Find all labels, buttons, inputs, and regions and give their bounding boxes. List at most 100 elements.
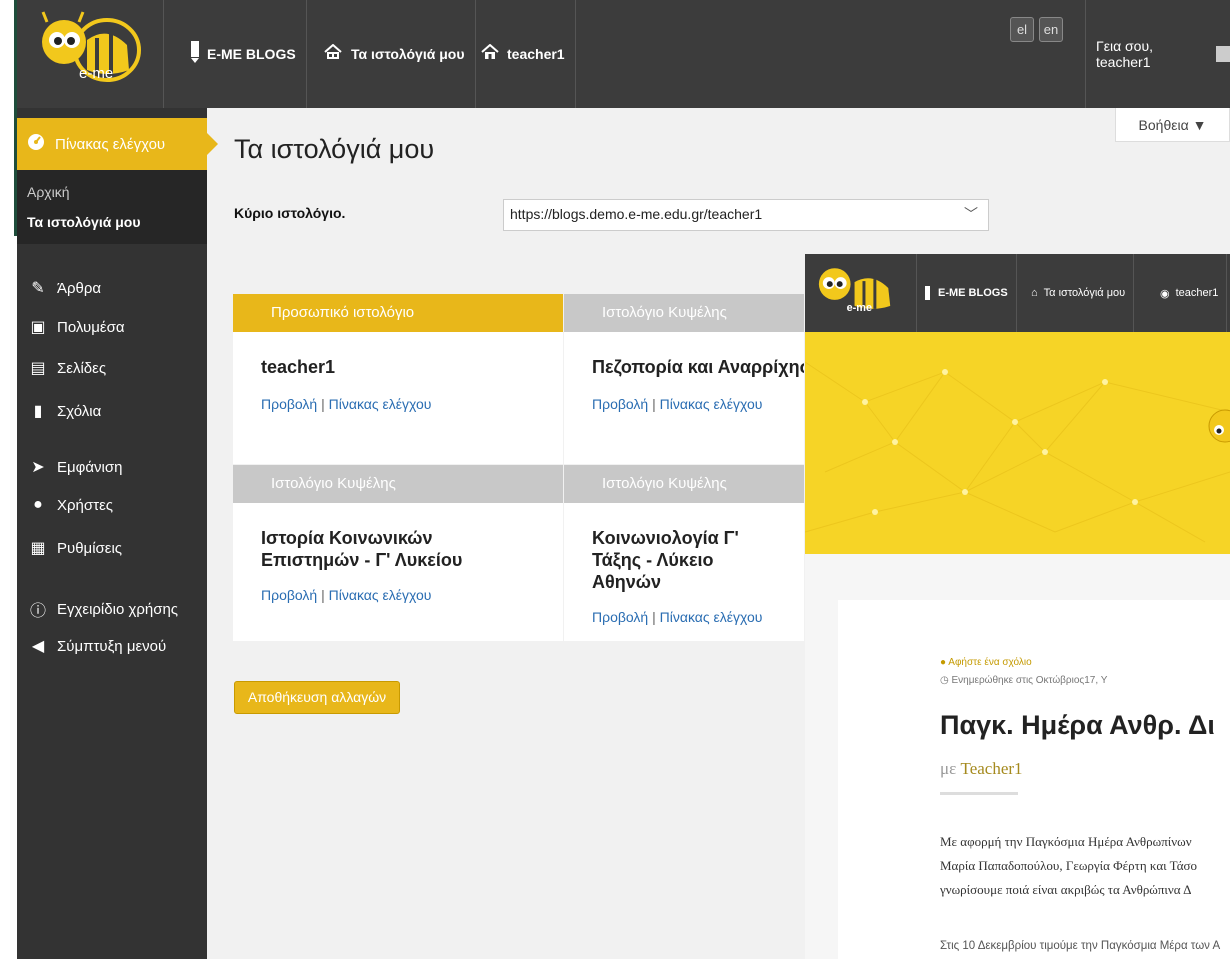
nav-label: Τα ιστολόγιά μου: [351, 46, 465, 62]
preview-nav-eme-blogs[interactable]: E-ME BLOGS: [917, 254, 1017, 332]
card-type: Ιστολόγιο Κυψέλης: [564, 294, 804, 332]
view-link[interactable]: Προβολή: [592, 396, 648, 412]
dashboard-link[interactable]: Πίνακας ελέγχου: [660, 609, 763, 625]
card-type: Προσωπικό ιστολόγιο: [233, 294, 563, 332]
dashboard-link[interactable]: Πίνακας ελέγχου: [329, 396, 432, 412]
sidebar-item-articles[interactable]: ✎ Άρθρα: [27, 278, 101, 298]
view-link[interactable]: Προβολή: [261, 587, 317, 603]
post-paragraph-line: Στις 10 Δεκεμβρίου τιμούμε την Παγκόσμια…: [940, 940, 1221, 952]
save-changes-button[interactable]: Αποθήκευση αλλαγών: [234, 681, 400, 714]
sidebar-item-label: Σελίδες: [57, 359, 107, 377]
blogs-icon: [323, 43, 343, 65]
sidebar-item-label: Εμφάνιση: [57, 458, 123, 476]
bee-logo-icon: e-me: [818, 268, 891, 314]
blog-card: Ιστολόγιο Κυψέλης Ιστορία Κοινωνικών Επι…: [233, 465, 563, 641]
sidebar-item-label: Άρθρα: [57, 279, 102, 297]
card-type: Ιστολόγιο Κυψέλης: [564, 465, 804, 503]
card-links: Προβολή | Πίνακας ελέγχου: [233, 396, 563, 412]
logo[interactable]: e-me: [17, 0, 164, 108]
blog-preview-overlay: e-me E-ME BLOGS ⌂ Τα ιστολόγιά μου ◉ tea…: [805, 254, 1230, 959]
nav-teacher1[interactable]: teacher1: [471, 0, 576, 108]
lang-en-button[interactable]: en: [1039, 17, 1063, 42]
preview-top-bar: e-me E-ME BLOGS ⌂ Τα ιστολόγιά μου ◉ tea…: [805, 254, 1230, 332]
sidebar: Πίνακας ελέγχου Αρχική Τα ιστολόγιά μου …: [17, 108, 218, 959]
dashboard-link[interactable]: Πίνακας ελέγχου: [329, 587, 432, 603]
link-separator: |: [652, 396, 656, 412]
sidebar-item-users[interactable]: ● Χρήστες: [27, 496, 113, 514]
nav-eme-blogs[interactable]: E-ME BLOGS: [181, 0, 307, 108]
nav-label: E-ME BLOGS: [938, 287, 1008, 299]
link-separator: |: [321, 587, 325, 603]
network-pattern-image: [805, 361, 1230, 543]
media-icon: ▣: [30, 319, 46, 336]
primary-blog-label: Κύριο ιστολόγιο.: [234, 205, 346, 221]
sidebar-item-dashboard[interactable]: Πίνακας ελέγχου: [17, 118, 218, 170]
blog-card: Ιστολόγιο Κυψέλης Κοινωνιολογία Γ' Τάξης…: [564, 465, 804, 641]
sidebar-item-appearance[interactable]: ➤ Εμφάνιση: [27, 457, 122, 477]
pencil-icon: [191, 40, 199, 68]
card-title: Πεζοπορία και Αναρρίχηση: [592, 357, 804, 377]
post-paragraph-line: γνωρίσουμε ποιά είναι ακριβώς τα Ανθρώπι…: [940, 882, 1192, 897]
select-value: https://blogs.demo.e-me.edu.gr/teacher1: [510, 206, 763, 222]
post-divider: [940, 792, 1018, 795]
pages-icon: ▤: [30, 360, 46, 377]
sidebar-item-label: Πολυμέσα: [57, 318, 125, 336]
nav-label: E-ME BLOGS: [207, 46, 296, 62]
preview-logo[interactable]: e-me: [805, 254, 917, 332]
sidebar-item-label: Εγχειρίδιο χρήσης: [57, 600, 179, 618]
updated-date: ◷ Ενημερώθηκε στις Οκτώβριος17, Υ: [940, 675, 1108, 686]
help-button[interactable]: Βοήθεια ▼: [1115, 108, 1230, 142]
leave-comment-link[interactable]: ● Αφήστε ένα σχόλιο: [940, 657, 1032, 668]
card-links: Προβολή | Πίνακας ελέγχου: [564, 396, 804, 412]
link-separator: |: [321, 396, 325, 412]
user-greeting[interactable]: Γεια σου, teacher1: [1085, 0, 1230, 108]
nav-my-blogs[interactable]: Τα ιστολόγιά μου: [313, 0, 476, 108]
sidebar-item-label: Πίνακας ελέγχου: [55, 135, 166, 153]
brush-icon: ➤: [31, 459, 45, 476]
clock-icon: ◷: [940, 675, 952, 686]
primary-blog-select[interactable]: https://blogs.demo.e-me.edu.gr/teacher1 …: [503, 199, 989, 231]
preview-nav-my-blogs[interactable]: ⌂ Τα ιστολόγιά μου: [1023, 254, 1135, 332]
dashboard-link[interactable]: Πίνακας ελέγχου: [660, 396, 763, 412]
sidebar-item-comments[interactable]: ▮ Σχόλια: [27, 401, 102, 421]
author-link[interactable]: Teacher1: [961, 759, 1023, 778]
post-card: [838, 600, 1230, 959]
sidebar-item-manual[interactable]: ⓘ Εγχειρίδιο χρήσης: [27, 597, 178, 621]
top-bar: e-me E-ME BLOGS Τα ιστολόγιά μου teacher…: [17, 0, 1230, 108]
view-link[interactable]: Προβολή: [592, 609, 648, 625]
sidebar-item-settings[interactable]: ▦ Ρυθμίσεις: [27, 538, 122, 558]
window-edge: [0, 0, 17, 959]
byline-prefix: με: [940, 759, 957, 778]
dashboard-icon: [27, 133, 45, 155]
post-paragraph-line: Με αφορμή την Παγκόσμια Ημέρα Ανθρωπίνων: [940, 834, 1192, 849]
settings-icon: ▦: [30, 540, 46, 557]
sidebar-item-pages[interactable]: ▤ Σελίδες: [27, 358, 106, 378]
sidebar-sub-home[interactable]: Αρχική: [27, 184, 70, 200]
chevron-down-icon: ﹀: [964, 206, 978, 222]
avatar-icon: [1216, 46, 1230, 62]
sidebar-item-media[interactable]: ▣ Πολυμέσα: [27, 317, 125, 337]
post-title: Παγκ. Ημέρα Ανθρ. Δι: [940, 710, 1215, 740]
view-link[interactable]: Προβολή: [261, 396, 317, 412]
card-type: Ιστολόγιο Κυψέλης: [233, 465, 563, 503]
card-title: teacher1: [261, 357, 336, 377]
svg-text:e-me: e-me: [79, 65, 113, 82]
pin-icon: ✎: [31, 280, 45, 297]
dashboard-icon: ◉: [1160, 287, 1170, 300]
sidebar-item-collapse[interactable]: ◀ Σύμπτυξη μενού: [27, 636, 166, 656]
svg-text:e-me: e-me: [847, 302, 872, 314]
blogs-icon: ⌂: [1031, 287, 1038, 299]
pencil-icon: [925, 286, 930, 300]
preview-nav-teacher1[interactable]: ◉ teacher1: [1152, 254, 1228, 332]
page-title: Τα ιστολόγιά μου: [234, 134, 435, 164]
nav-label: teacher1: [1175, 287, 1219, 299]
post-byline: με Teacher1: [940, 759, 1023, 779]
card-links: Προβολή | Πίνακας ελέγχου: [564, 609, 804, 625]
card-links: Προβολή | Πίνακας ελέγχου: [233, 587, 563, 603]
collapse-icon: ◀: [31, 638, 45, 655]
hero-banner: [805, 332, 1230, 554]
sidebar-item-label: Σύμπτυξη μενού: [57, 637, 167, 655]
lang-el-button[interactable]: el: [1010, 17, 1034, 42]
sidebar-sub-my-blogs[interactable]: Τα ιστολόγιά μου: [27, 214, 141, 230]
user-icon: ●: [33, 496, 43, 513]
